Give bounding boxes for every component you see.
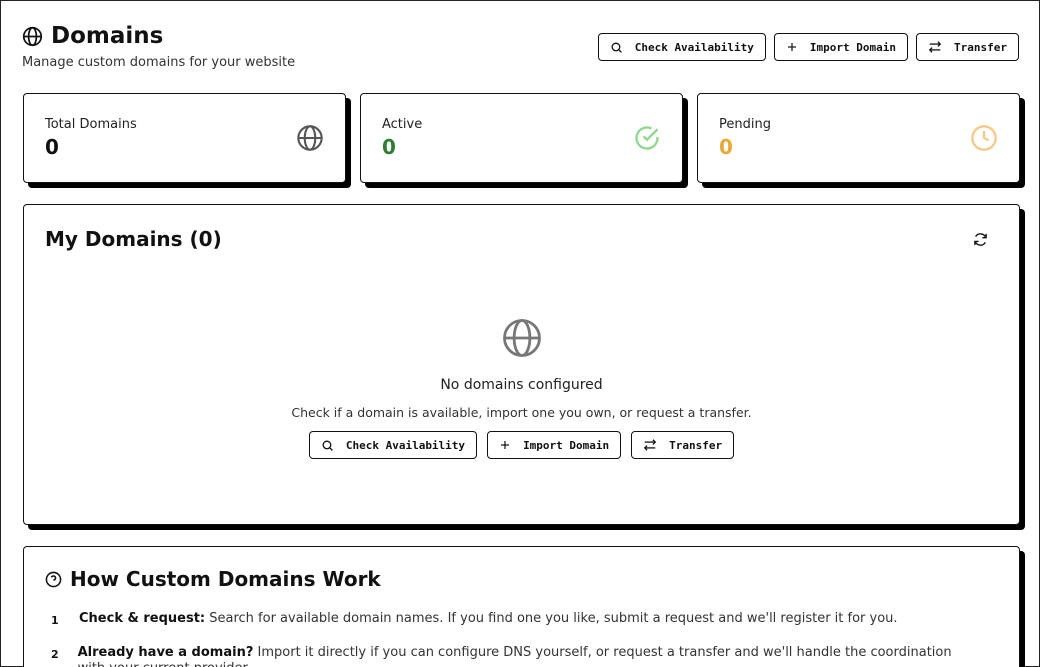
stat-value: 0	[382, 135, 396, 159]
my-domains-title: My Domains (0)	[45, 227, 222, 251]
check-availability-button[interactable]: Check Availability	[597, 33, 766, 61]
plus-icon	[499, 439, 511, 451]
stat-label: Total Domains	[45, 117, 137, 132]
page-title: Domains	[51, 23, 164, 49]
stats-row: Total Domains 0 Active 0 Pending 0	[23, 93, 1025, 188]
transfer-button[interactable]: Transfer	[631, 431, 735, 459]
empty-state-title: No domains configured	[440, 377, 603, 393]
check-availability-label: Check Availability	[345, 438, 466, 452]
step-text-wrap: Check & request: Search for available do…	[79, 611, 898, 629]
import-domain-button[interactable]: Import Domain	[773, 33, 909, 61]
step-number: 1	[51, 614, 59, 627]
stat-card-pending: Pending 0	[697, 93, 1020, 183]
stat-value: 0	[45, 135, 59, 159]
my-domains-panel: My Domains (0) No domains configured Che…	[23, 204, 1020, 525]
transfer-button[interactable]: Transfer	[916, 33, 1019, 61]
transfer-label: Transfer	[954, 40, 1007, 54]
empty-state-actions: Check Availability Import Domain Transfe…	[24, 431, 1019, 459]
stat-card-total: Total Domains 0	[23, 93, 346, 183]
search-icon	[321, 439, 334, 452]
help-circle-icon	[45, 571, 62, 588]
check-availability-label: Check Availability	[634, 40, 754, 54]
globe-icon	[501, 317, 543, 359]
arrows-exchange-icon	[643, 438, 657, 452]
import-domain-button[interactable]: Import Domain	[487, 431, 622, 459]
check-availability-button[interactable]: Check Availability	[308, 431, 478, 459]
how-it-works-steps: 1 Check & request: Search for available …	[51, 611, 981, 667]
how-it-works-header: How Custom Domains Work	[45, 567, 381, 591]
stat-label: Active	[382, 117, 423, 132]
empty-state-description: Check if a domain is available, import o…	[291, 405, 752, 420]
globe-icon	[22, 26, 43, 47]
header-actions: Check Availability Import Domain Transfe…	[597, 33, 1019, 61]
transfer-label: Transfer	[669, 438, 723, 452]
page-header: Domains Manage custom domains for your w…	[22, 21, 1019, 73]
step-text: Search for available domain names. If yo…	[209, 611, 898, 626]
check-circle-icon	[633, 124, 661, 152]
import-domain-label: Import Domain	[809, 40, 897, 54]
search-icon	[610, 41, 623, 54]
step-text-wrap: Already have a domain? Import it directl…	[78, 645, 981, 667]
step-title: Check & request:	[79, 611, 206, 626]
plus-icon	[786, 41, 798, 53]
clock-icon	[970, 124, 998, 152]
stat-label: Pending	[719, 117, 771, 132]
how-it-works-panel: How Custom Domains Work 1 Check & reques…	[23, 546, 1020, 667]
step-number: 2	[51, 648, 59, 661]
empty-state: No domains configured Check if a domain …	[24, 317, 1019, 459]
arrows-exchange-icon	[928, 40, 942, 54]
list-item: 1 Check & request: Search for available …	[51, 611, 981, 629]
list-item: 2 Already have a domain? Import it direc…	[51, 645, 981, 667]
stat-card-active: Active 0	[360, 93, 683, 183]
import-domain-label: Import Domain	[523, 438, 610, 452]
refresh-icon[interactable]	[973, 232, 988, 247]
how-it-works-title: How Custom Domains Work	[70, 567, 381, 591]
stat-value: 0	[719, 135, 733, 159]
step-title: Already have a domain?	[77, 645, 254, 660]
globe-icon	[296, 124, 324, 152]
